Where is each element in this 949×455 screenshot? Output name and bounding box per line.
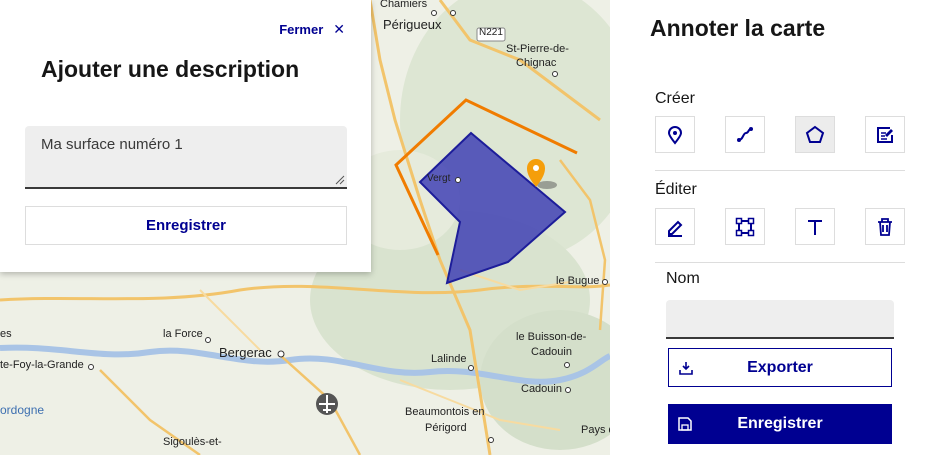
place-label: te-Foy-la-Grande — [0, 359, 84, 371]
delete-button[interactable] — [865, 208, 905, 245]
place-label: Pays de — [581, 424, 610, 436]
edit-draw-button[interactable] — [655, 208, 695, 245]
place-label: Bergerac — [219, 345, 272, 360]
description-textarea[interactable]: Ma surface numéro 1 — [25, 126, 347, 189]
save-label: Enregistrer — [737, 415, 823, 432]
create-section-label: Créer — [655, 90, 696, 107]
trash-icon — [878, 217, 892, 236]
dialog-title: Ajouter une description — [41, 56, 300, 82]
export-button[interactable]: Exporter — [668, 348, 892, 387]
name-field-label: Nom — [666, 270, 700, 287]
place-label: le Buisson-de- — [516, 331, 587, 343]
edit-transform-button[interactable] — [725, 208, 765, 245]
road-label: N221 — [479, 27, 503, 38]
line-icon — [737, 126, 753, 142]
place-label: Périgueux — [383, 17, 442, 32]
river-label: ordogne — [0, 403, 45, 417]
download-icon — [679, 361, 693, 375]
close-button[interactable]: Fermer ✕ — [279, 21, 345, 38]
edit-text-button[interactable] — [795, 208, 835, 245]
close-icon: ✕ — [333, 21, 345, 37]
panel-title: Annoter la carte — [650, 15, 826, 41]
place-label: Chignac — [516, 57, 557, 69]
edit-section-label: Éditer — [655, 181, 697, 198]
section-divider — [655, 262, 905, 263]
create-polygon-button[interactable] — [795, 116, 835, 153]
resize-grip-icon[interactable] — [335, 175, 345, 185]
place-label: Sigoulès-et- — [163, 436, 222, 448]
save-icon — [678, 417, 692, 431]
close-label: Fermer — [279, 22, 324, 37]
create-line-button[interactable] — [725, 116, 765, 153]
name-input[interactable] — [666, 300, 894, 339]
create-point-button[interactable] — [655, 116, 695, 153]
airport-icon — [316, 393, 338, 415]
place-label: Périgord — [425, 422, 467, 434]
place-label: Cadouin — [521, 383, 562, 395]
text-note-icon — [877, 126, 893, 143]
text-icon — [808, 219, 822, 235]
pencil-icon — [668, 220, 683, 237]
place-label: la Force — [163, 328, 203, 340]
place-label: Beaumontois en — [405, 406, 485, 418]
place-label: Lalinde — [431, 353, 467, 365]
point-marker-icon — [667, 125, 683, 145]
polygon-icon — [805, 125, 825, 143]
export-label: Exporter — [747, 358, 813, 376]
place-label: le Bugue — [556, 275, 600, 287]
place-label: Chamiers — [380, 0, 428, 10]
save-button[interactable]: Enregistrer — [668, 404, 892, 444]
annotation-panel: Annoter la carte Créer Éditer Nom Export… — [610, 0, 949, 455]
transform-icon — [735, 217, 755, 236]
app-root: Chamiers Périgueux N221 St-Pierre-de- Ch… — [0, 0, 949, 455]
description-dialog: Fermer ✕ Ajouter une description Ma surf… — [0, 0, 371, 272]
place-label: St-Pierre-de- — [506, 43, 569, 55]
save-description-button[interactable]: Enregistrer — [25, 206, 347, 245]
create-text-note-button[interactable] — [865, 116, 905, 153]
place-label: Cadouin — [531, 346, 572, 358]
description-value: Ma surface numéro 1 — [41, 136, 183, 153]
place-label: es — [0, 328, 12, 340]
place-label: Vergt — [427, 173, 451, 184]
section-divider — [655, 170, 905, 171]
